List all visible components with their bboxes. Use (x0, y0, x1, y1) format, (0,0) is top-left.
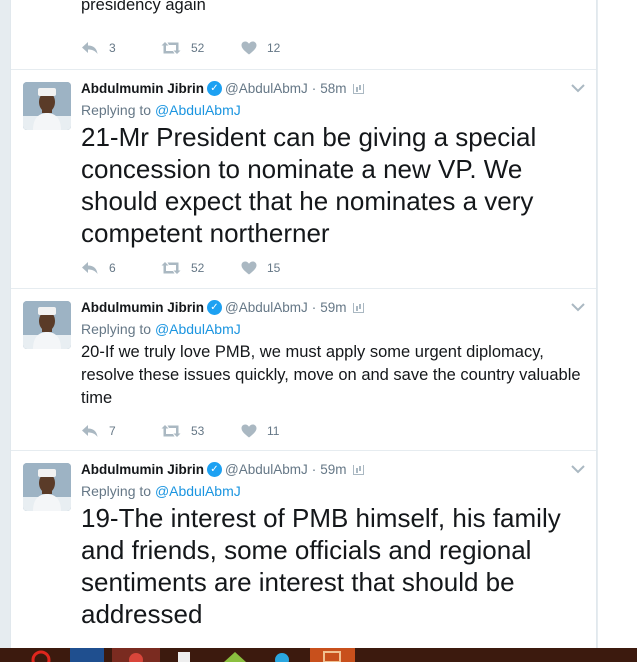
tweet-actions: 6 52 15 (81, 258, 321, 278)
avatar[interactable] (23, 463, 71, 511)
author-name[interactable]: Abdulmumin Jibrin (81, 462, 204, 477)
replying-to-link[interactable]: @AbdulAbmJ (155, 483, 241, 499)
heart-icon (241, 424, 267, 438)
reply-icon (81, 424, 109, 438)
opera-icon[interactable] (28, 648, 54, 662)
retweet-icon (161, 41, 191, 55)
author-name[interactable]: Abdulmumin Jibrin (81, 81, 204, 96)
tweet-text: 21-Mr President can be giving a special … (81, 122, 537, 248)
separator-dot: · (311, 300, 317, 315)
replying-to: Replying to @AbdulAbmJ (81, 321, 241, 337)
tweet-text: 20-If we truly love PMB, we must apply s… (81, 343, 581, 407)
heart-icon (241, 261, 267, 275)
author-handle[interactable]: @AbdulAbmJ (225, 462, 308, 477)
retweet-count: 52 (191, 41, 205, 55)
like-count: 12 (267, 41, 281, 55)
taskbar-app-icon[interactable] (112, 648, 160, 662)
taskbar-app-icon[interactable] (70, 648, 104, 662)
heart-icon (241, 41, 267, 55)
retweet-count: 53 (191, 424, 205, 438)
separator-dot: · (311, 81, 317, 96)
verified-badge-icon: ✓ (207, 300, 222, 315)
separator-dot: · (311, 462, 317, 477)
chevron-down-icon[interactable] (571, 303, 585, 313)
tweet-actions: 7 53 11 (81, 421, 321, 441)
page-background (598, 0, 637, 648)
like-button[interactable]: 12 (241, 41, 321, 55)
author-handle[interactable]: @AbdulAbmJ (225, 81, 308, 96)
tweet-timestamp[interactable]: 58m (320, 81, 346, 96)
author-handle[interactable]: @AbdulAbmJ (225, 300, 308, 315)
tweet[interactable]: Abdulmumin Jibrin ✓ @AbdulAbmJ · 59m Rep… (11, 451, 596, 648)
replying-to: Replying to @AbdulAbmJ (81, 483, 241, 499)
replying-to: Replying to @AbdulAbmJ (81, 102, 241, 118)
chevron-down-icon[interactable] (571, 84, 585, 94)
reply-icon (81, 261, 109, 275)
reply-count: 7 (109, 424, 116, 438)
like-count: 11 (267, 424, 280, 438)
avatar[interactable] (23, 82, 71, 130)
replying-prefix: Replying to (81, 483, 155, 499)
reply-button[interactable]: 7 (81, 424, 161, 438)
tweet-header: Abdulmumin Jibrin ✓ @AbdulAbmJ · 58m (81, 81, 364, 96)
taskbar-app-icon[interactable] (218, 648, 252, 662)
tweet-header: Abdulmumin Jibrin ✓ @AbdulAbmJ · 59m (81, 300, 364, 315)
retweet-icon (161, 261, 191, 275)
tweet-text: 19-The interest of PMB himself, his fami… (81, 503, 561, 629)
taskbar-app-icon[interactable] (265, 648, 299, 662)
tweet-actions: 3 52 12 (81, 38, 321, 58)
analytics-icon[interactable] (352, 302, 364, 313)
retweet-button[interactable]: 52 (161, 261, 241, 275)
taskbar-app-icon[interactable] (310, 648, 355, 662)
retweet-button[interactable]: 52 (161, 41, 241, 55)
reply-icon (81, 41, 109, 55)
tweet-text: presidency again (81, 0, 206, 14)
reply-count: 6 (109, 261, 116, 275)
taskbar-app-icon[interactable] (168, 648, 202, 662)
like-button[interactable]: 11 (241, 424, 321, 438)
retweet-count: 52 (191, 261, 205, 275)
retweet-button[interactable]: 53 (161, 424, 241, 438)
reply-button[interactable]: 6 (81, 261, 161, 275)
tweet-timestamp[interactable]: 59m (320, 300, 346, 315)
analytics-icon[interactable] (352, 464, 364, 475)
replying-prefix: Replying to (81, 102, 155, 118)
chevron-down-icon[interactable] (571, 465, 585, 475)
author-name[interactable]: Abdulmumin Jibrin (81, 300, 204, 315)
tweet-partial[interactable]: presidency again 3 52 12 (11, 0, 596, 70)
reply-button[interactable]: 3 (81, 41, 161, 55)
timeline: presidency again 3 52 12 Abdulmumin Jibr… (10, 0, 597, 648)
reply-count: 3 (109, 41, 116, 55)
taskbar (0, 648, 637, 662)
replying-to-link[interactable]: @AbdulAbmJ (155, 321, 241, 337)
replying-to-link[interactable]: @AbdulAbmJ (155, 102, 241, 118)
tweet[interactable]: Abdulmumin Jibrin ✓ @AbdulAbmJ · 59m Rep… (11, 289, 596, 451)
tweet-header: Abdulmumin Jibrin ✓ @AbdulAbmJ · 59m (81, 462, 364, 477)
verified-badge-icon: ✓ (207, 81, 222, 96)
tweet[interactable]: Abdulmumin Jibrin ✓ @AbdulAbmJ · 58m Rep… (11, 70, 596, 289)
analytics-icon[interactable] (352, 83, 364, 94)
tweet-timestamp[interactable]: 59m (320, 462, 346, 477)
retweet-icon (161, 424, 191, 438)
like-count: 15 (267, 261, 281, 275)
like-button[interactable]: 15 (241, 261, 321, 275)
avatar[interactable] (23, 301, 71, 349)
verified-badge-icon: ✓ (207, 462, 222, 477)
replying-prefix: Replying to (81, 321, 155, 337)
